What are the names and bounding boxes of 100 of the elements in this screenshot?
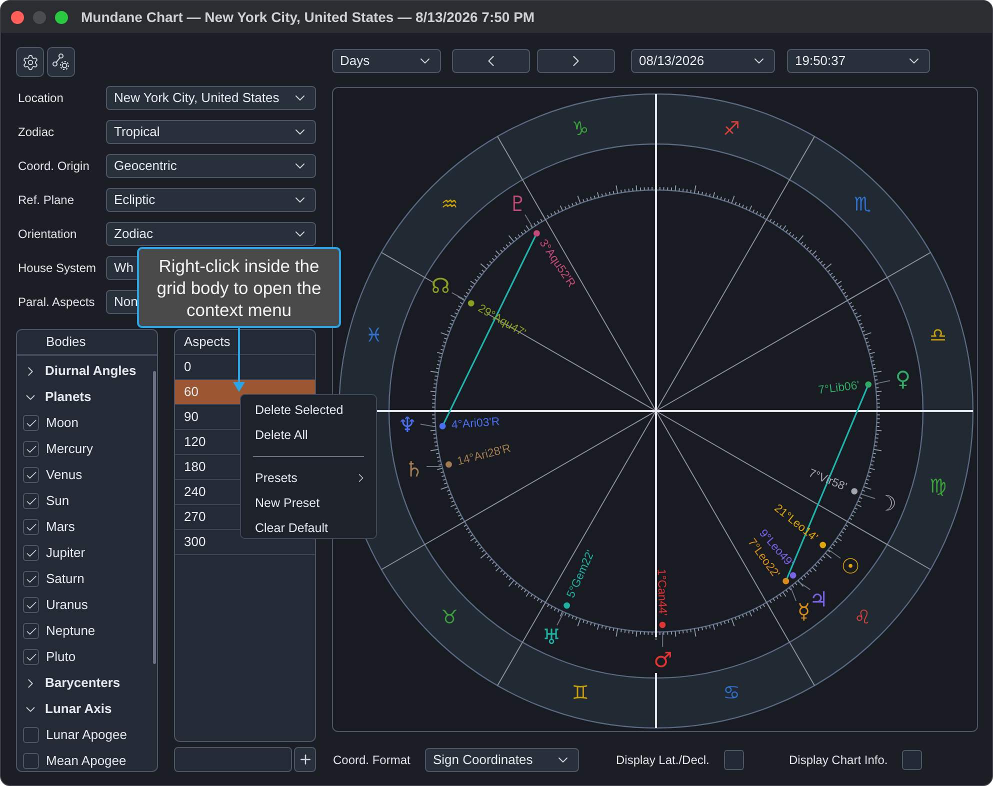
zodiac-sign-glyph: ♐	[723, 118, 740, 140]
dropdown[interactable]: Tropical	[106, 120, 316, 144]
planet-glyph: ♀	[895, 366, 911, 391]
checkbox[interactable]	[902, 750, 922, 770]
settings-button[interactable]	[16, 47, 44, 77]
nodes-gear-icon	[52, 53, 70, 71]
body-label: Mercury	[46, 440, 93, 458]
body-label: Jupiter	[46, 544, 86, 562]
leader-line	[451, 292, 465, 300]
zodiac-sign-glyph: ♉	[441, 606, 458, 628]
planet-glyph: ☽	[878, 491, 897, 516]
group-label[interactable]: Diurnal Angles	[45, 361, 136, 381]
settings-icon	[22, 54, 38, 70]
leader-line	[556, 612, 564, 626]
body-label: Uranus	[46, 596, 88, 614]
window-title: Mundane Chart — New York City, United States — 8/13/2026 7:50 PM	[81, 8, 535, 27]
plus-icon	[298, 752, 312, 767]
menu-item[interactable]: New Preset	[241, 491, 376, 516]
column-header: Aspects	[183, 333, 230, 352]
leader-line	[524, 214, 533, 228]
field-label: Orientation	[17, 226, 78, 243]
checkbox[interactable]	[23, 467, 39, 483]
planet-glyph: ☊	[431, 274, 450, 298]
checkbox[interactable]	[23, 415, 39, 431]
field-label: Zodiac	[17, 124, 56, 141]
position-label: 7°Lib06'	[818, 380, 860, 397]
field-label: Coord. Format	[332, 752, 412, 768]
body-label: Saturn	[46, 570, 84, 588]
body-label: Lunar Apogee	[46, 726, 127, 744]
planet-glyph: ♇	[508, 192, 528, 216]
planet-glyph: ♃	[809, 588, 828, 612]
zodiac-sign-glyph: ♒	[441, 194, 458, 216]
field-label: Ref. Plane	[17, 192, 76, 209]
dropdown[interactable]: Zodiac	[106, 222, 316, 246]
zoom-button[interactable]	[55, 10, 68, 24]
time-field[interactable]: 19:50:37	[787, 49, 930, 73]
body-label: Pluto	[46, 648, 76, 666]
body-label: Mean Apogee	[46, 752, 126, 770]
field-label: Display Chart Info.	[789, 752, 889, 768]
zodiac-sign-glyph: ♑	[572, 118, 589, 140]
field-label: Coord. Origin	[17, 158, 90, 175]
field-label: Paral. Aspects	[17, 294, 96, 311]
planet-glyph: ☉	[841, 554, 860, 578]
group-label[interactable]: Barycenters	[45, 673, 120, 693]
planet-glyph: ♄	[404, 458, 424, 482]
leader-line	[662, 632, 664, 648]
zodiac-sign-glyph: ♌	[854, 606, 871, 628]
field-label: House System	[17, 260, 98, 277]
leader-line	[426, 466, 442, 467]
body-label: Moon	[46, 414, 79, 432]
zodiac-sign-glyph: ♋	[723, 682, 740, 704]
zodiac-sign-glyph: ♓	[365, 324, 382, 346]
zodiac-sign-glyph: ♊	[572, 682, 589, 704]
position-label: 1°Can44'	[654, 568, 668, 616]
leader-line	[876, 380, 891, 384]
zodiac-sign-glyph: ♎	[930, 324, 947, 346]
tooltip: Right-click inside the grid body to open the context menu	[137, 247, 341, 328]
scrollbar[interactable]	[153, 371, 156, 664]
leader-line	[828, 550, 841, 559]
checkbox[interactable]	[23, 519, 39, 535]
checkbox[interactable]	[23, 597, 39, 613]
zodiac-sign-glyph: ♍	[930, 476, 947, 498]
planet-glyph: ☿	[797, 599, 810, 624]
pointer-arrow	[232, 328, 246, 393]
checkbox[interactable]	[23, 545, 39, 561]
body-label: Venus	[46, 466, 82, 484]
leader-line	[420, 424, 436, 428]
checkbox[interactable]	[23, 727, 39, 743]
checkbox[interactable]	[724, 750, 744, 770]
checkbox[interactable]	[23, 441, 39, 457]
add-button[interactable]	[294, 747, 316, 772]
group-label[interactable]: Lunar Axis	[45, 699, 112, 719]
planet-glyph: ♂	[654, 648, 672, 672]
checkbox[interactable]	[23, 571, 39, 587]
checkbox[interactable]	[23, 623, 39, 639]
checkbox[interactable]	[23, 753, 39, 769]
position-label: 4°Ari03'R	[451, 416, 500, 432]
field-label: Location	[17, 90, 64, 107]
dropdown[interactable]: Geocentric	[106, 154, 316, 178]
close-button[interactable]	[11, 10, 24, 24]
date-field[interactable]: 08/13/2026	[631, 49, 775, 73]
dropdown[interactable]: Ecliptic	[106, 188, 316, 212]
menu-item[interactable]: Delete All	[241, 423, 376, 448]
dropdown[interactable]: New York City, United States	[106, 86, 316, 110]
interval-dropdown[interactable]: Days	[332, 49, 441, 73]
menu-item[interactable]: Presets	[241, 465, 376, 491]
checkbox[interactable]	[23, 493, 39, 509]
chart-settings-button[interactable]	[47, 47, 75, 77]
zodiac-sign-glyph: ♏	[854, 194, 871, 216]
planet-glyph: ♅	[542, 625, 561, 650]
coord-format-dropdown[interactable]: Sign Coordinates	[425, 748, 579, 772]
planet-glyph: ♆	[398, 412, 417, 437]
body-label: Neptune	[46, 622, 96, 640]
body-label: Sun	[46, 492, 70, 510]
checkbox[interactable]	[23, 649, 39, 665]
body-label: Mars	[46, 518, 75, 536]
group-label[interactable]: Planets	[45, 387, 92, 407]
input-field[interactable]	[174, 747, 292, 772]
field-label: Display Lat./Decl.	[616, 752, 710, 768]
leader-line	[861, 494, 876, 500]
